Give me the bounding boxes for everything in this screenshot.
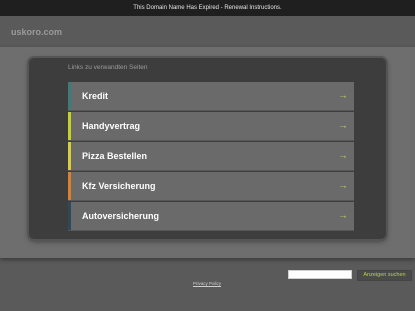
arrow-right-icon: → bbox=[338, 210, 348, 222]
privacy-policy-link[interactable]: Privacy Policy bbox=[193, 281, 221, 286]
link-color-bar bbox=[68, 82, 71, 110]
link-item-kredit[interactable]: Kredit → bbox=[68, 82, 354, 111]
link-label: Kfz Versicherung bbox=[82, 181, 156, 191]
related-links-list: Kredit → Handyvertrag → Pizza Bestellen … bbox=[68, 82, 354, 232]
link-color-bar bbox=[68, 142, 71, 170]
arrow-right-icon: → bbox=[338, 120, 348, 132]
arrow-right-icon: → bbox=[338, 150, 348, 162]
arrow-right-icon: → bbox=[338, 90, 348, 102]
link-item-handyvertrag[interactable]: Handyvertrag → bbox=[68, 112, 354, 141]
link-color-bar bbox=[68, 172, 71, 200]
expired-notice-bar[interactable]: This Domain Name Has Expired - Renewal I… bbox=[0, 0, 415, 16]
search-input[interactable] bbox=[288, 270, 352, 279]
link-label: Autoversicherung bbox=[82, 211, 160, 221]
link-label: Handyvertrag bbox=[82, 121, 141, 131]
link-item-kfz-versicherung[interactable]: Kfz Versicherung → bbox=[68, 172, 354, 201]
search-button[interactable]: Anzeigen suchen bbox=[357, 270, 412, 281]
link-label: Kredit bbox=[82, 91, 109, 101]
link-item-pizza-bestellen[interactable]: Pizza Bestellen → bbox=[68, 142, 354, 171]
link-item-autoversicherung[interactable]: Autoversicherung → bbox=[68, 202, 354, 231]
link-color-bar bbox=[68, 112, 71, 140]
domain-name: uskoro.com bbox=[11, 27, 63, 37]
link-label: Pizza Bestellen bbox=[82, 151, 148, 161]
panel-title: Links zu verwandten Seiten bbox=[68, 64, 148, 71]
arrow-right-icon: → bbox=[338, 180, 348, 192]
link-color-bar bbox=[68, 202, 71, 230]
